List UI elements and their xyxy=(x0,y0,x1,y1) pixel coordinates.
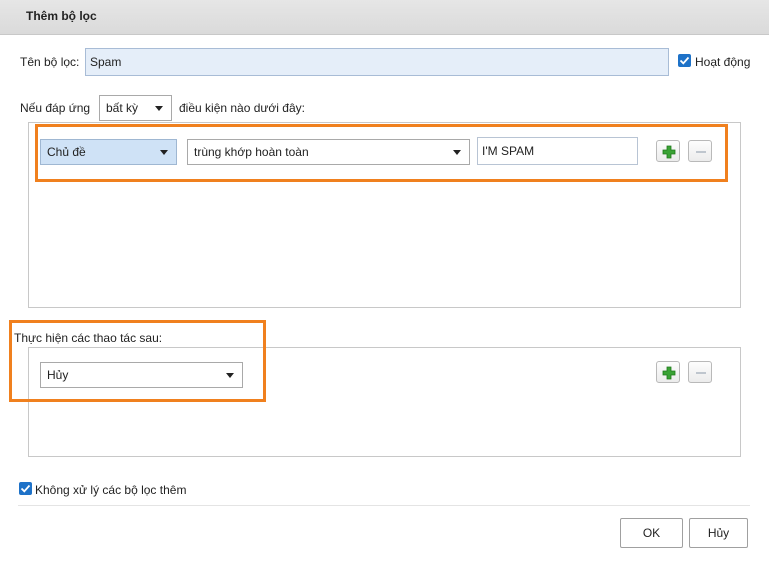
action-highlight-box xyxy=(9,320,266,402)
stop-processing-label: Không xử lý các bộ lọc thêm xyxy=(35,483,187,497)
checkmark-icon xyxy=(679,56,690,65)
checkmark-icon xyxy=(20,484,31,493)
cancel-button[interactable]: Hủy xyxy=(689,518,748,548)
match-prefix-label: Nếu đáp ứng xyxy=(20,101,91,115)
add-filter-dialog: Thêm bộ lọc Tên bộ lọc: Spam Hoạt động N… xyxy=(0,0,769,563)
add-action-button[interactable] xyxy=(656,361,680,383)
footer-divider xyxy=(18,505,750,506)
chevron-down-icon xyxy=(155,106,163,111)
condition-highlight-box xyxy=(35,124,728,182)
match-mode-value: bất kỳ xyxy=(106,101,139,115)
match-mode-select[interactable]: bất kỳ xyxy=(99,95,172,121)
filter-name-label: Tên bộ lọc: xyxy=(20,55,80,69)
remove-action-button[interactable] xyxy=(688,361,712,383)
active-label: Hoạt động xyxy=(695,55,751,69)
match-suffix-label: điều kiện nào dưới đây: xyxy=(179,101,305,115)
plus-icon xyxy=(662,366,676,380)
minus-icon xyxy=(696,372,706,374)
active-checkbox[interactable] xyxy=(678,54,691,67)
stop-processing-checkbox[interactable] xyxy=(19,482,32,495)
dialog-titlebar: Thêm bộ lọc xyxy=(0,0,769,35)
filter-name-input[interactable]: Spam xyxy=(85,48,669,76)
dialog-title: Thêm bộ lọc xyxy=(26,9,97,23)
ok-button[interactable]: OK xyxy=(620,518,683,548)
